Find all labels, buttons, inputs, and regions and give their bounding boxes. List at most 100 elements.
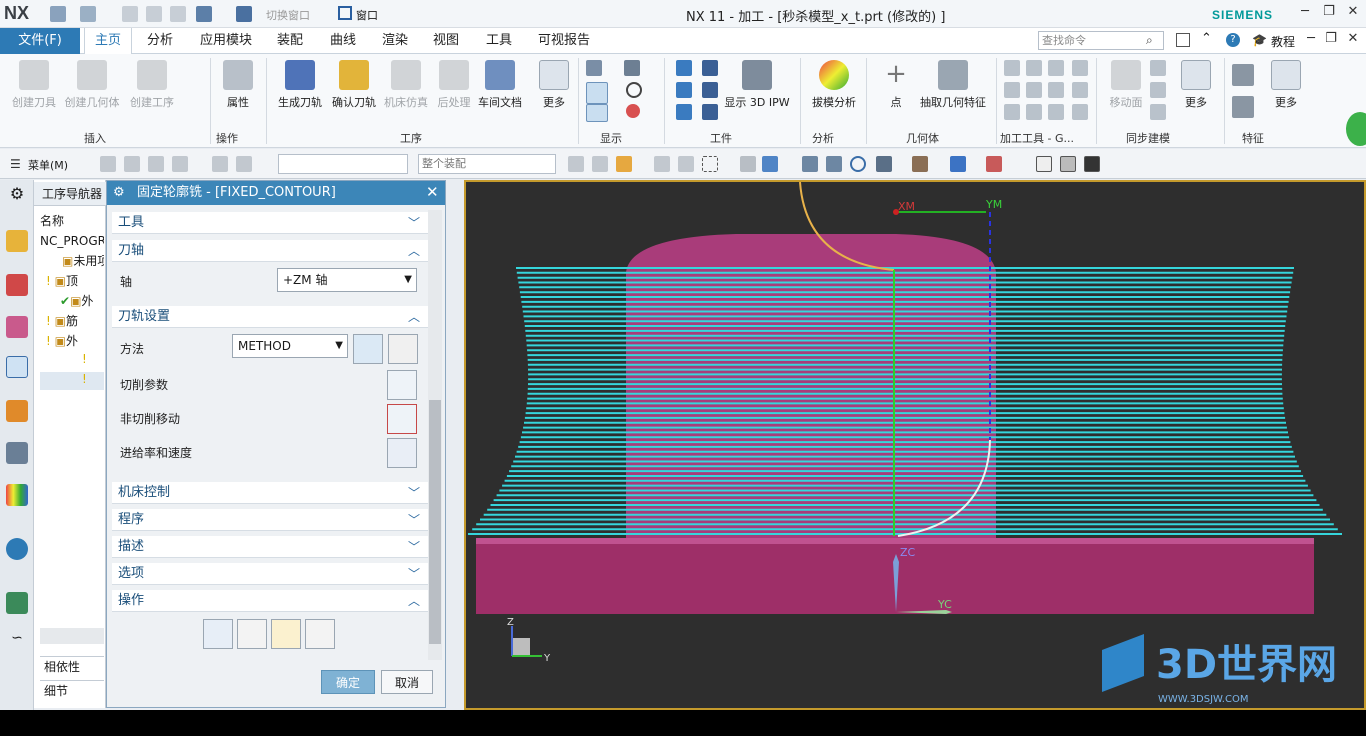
graphics-window[interactable]: XM YM ZC YC Z Y 3D世界网 WWW.3DSJW.COM	[464, 180, 1366, 710]
sync-icon-2[interactable]	[1150, 82, 1166, 98]
tab-visual-report[interactable]: 可视报告	[528, 28, 600, 54]
rotate-icon[interactable]	[850, 156, 866, 172]
method-select[interactable]: METHOD ▼	[232, 334, 348, 358]
copy-icon[interactable]	[146, 6, 162, 22]
cancel-button[interactable]: 取消	[381, 670, 433, 694]
workpiece-icon-4[interactable]	[702, 60, 718, 76]
show-ipw-button[interactable]: 显示 3D IPW	[724, 58, 790, 118]
nav-row-outer2[interactable]: ! ▣外	[46, 332, 104, 350]
mach-tool-icon-8[interactable]	[1072, 82, 1088, 98]
section-machine-control[interactable]: 机床控制 ﹀	[112, 482, 428, 504]
nav-row-rib[interactable]: ! ▣筋	[46, 312, 104, 330]
mach-tool-icon-1[interactable]	[1004, 60, 1020, 76]
section-path-settings[interactable]: 刀轨设置 ︿	[112, 306, 428, 328]
workpiece-icon-1[interactable]	[676, 60, 692, 76]
display-mode-icon[interactable]	[986, 156, 1002, 172]
section-tool-axis[interactable]: 刀轴 ︿	[112, 240, 428, 262]
tab-render[interactable]: 渲染	[372, 28, 418, 54]
tab-tools[interactable]: 工具	[476, 28, 522, 54]
operation-navigator-icon[interactable]	[6, 356, 28, 378]
undo-icon[interactable]	[80, 6, 96, 22]
operation-warning-icon[interactable]: !	[82, 352, 87, 366]
edit-method-button[interactable]	[353, 334, 383, 364]
mach-tool-icon-2[interactable]	[1026, 60, 1042, 76]
non-cut-moves-button[interactable]	[387, 404, 417, 434]
save-icon[interactable]	[50, 6, 66, 22]
notification-badge[interactable]	[1346, 112, 1366, 146]
cut-params-button[interactable]	[387, 370, 417, 400]
workpiece-icon-5[interactable]	[702, 82, 718, 98]
minimize-icon[interactable]: ─	[1294, 4, 1316, 22]
snap-icon-5[interactable]	[212, 156, 228, 172]
workpiece-icon-6[interactable]	[702, 104, 718, 120]
main-menu-button[interactable]: 菜单(M)	[28, 157, 68, 173]
verify-path-button[interactable]: 确认刀轨	[326, 58, 382, 118]
orient-view-icon[interactable]	[950, 156, 966, 172]
feeds-speeds-button[interactable]	[387, 438, 417, 468]
more-sync-button[interactable]: 更多	[1168, 58, 1224, 118]
nav-row-program-root[interactable]: NC_PROGR	[40, 232, 104, 250]
shop-doc-button[interactable]: 车间文档	[472, 58, 528, 118]
nav-row-unused[interactable]: ▣未用项	[62, 252, 104, 270]
tab-curve[interactable]: 曲线	[320, 28, 366, 54]
wrench-icon[interactable]	[388, 334, 418, 364]
doc-restore-icon[interactable]: ❐	[1320, 31, 1342, 49]
mach-tool-icon-3[interactable]	[1048, 60, 1064, 76]
switch-window-button[interactable]: 切换窗口	[266, 7, 310, 23]
file-menu[interactable]: 文件(F)	[0, 28, 80, 54]
help-icon[interactable]: ?	[1226, 33, 1240, 47]
display-curve-icon[interactable]	[626, 104, 640, 118]
history-icon[interactable]: ∽	[6, 630, 28, 652]
nav-horizontal-scrollbar[interactable]	[40, 628, 104, 644]
doc-minimize-icon[interactable]: ─	[1300, 31, 1322, 49]
sync-icon-3[interactable]	[1150, 104, 1166, 120]
section-description[interactable]: 描述 ﹀	[112, 536, 428, 558]
cut-icon[interactable]	[122, 6, 138, 22]
select-icon-5[interactable]	[678, 156, 694, 172]
repeat-command-icon[interactable]	[236, 6, 252, 22]
generate-path-button[interactable]: 生成刀轨	[272, 58, 328, 118]
generate-button[interactable]	[203, 619, 233, 649]
view-icon-2[interactable]	[762, 156, 778, 172]
tab-analysis[interactable]: 分析	[137, 28, 183, 54]
gear-icon[interactable]: ⚙	[6, 184, 28, 206]
snap-icon-4[interactable]	[172, 156, 188, 172]
name-column-header[interactable]: 名称	[40, 212, 64, 229]
create-geometry-button[interactable]: 创建几何体	[64, 58, 120, 118]
reuse-library-icon[interactable]	[6, 442, 28, 464]
palette-icon[interactable]	[6, 484, 28, 506]
workpiece-icon-2[interactable]	[676, 82, 692, 98]
axis-select[interactable]: +ZM 轴 ▼	[277, 268, 417, 292]
mach-tool-icon-6[interactable]	[1026, 82, 1042, 98]
restore-icon[interactable]: ❐	[1318, 4, 1340, 22]
search-icon[interactable]: ⌕	[1146, 33, 1153, 48]
feature-icon-1[interactable]	[1232, 64, 1254, 86]
snap-icon-6[interactable]	[236, 156, 252, 172]
replay-button[interactable]	[237, 619, 267, 649]
ok-button[interactable]: 确定	[321, 670, 375, 694]
type-filter-select[interactable]	[278, 154, 408, 174]
chevron-up-icon[interactable]: ⌃	[1201, 31, 1212, 46]
select-icon-1[interactable]	[568, 156, 584, 172]
extract-geometry-button[interactable]: 抽取几何特征	[914, 58, 992, 118]
window-menu-button[interactable]: 窗口	[356, 7, 378, 23]
create-tool-button[interactable]: 创建刀具	[6, 58, 62, 118]
display-blank-icon[interactable]	[586, 104, 608, 122]
doc-close-icon[interactable]: ✕	[1342, 31, 1364, 49]
display-option-icon[interactable]	[586, 60, 602, 76]
display-layer-icon[interactable]	[624, 60, 640, 76]
more-process-button[interactable]: 更多	[526, 58, 582, 118]
mach-tool-icon-4[interactable]	[1072, 60, 1088, 76]
tutorial-link[interactable]: 教程	[1271, 33, 1295, 50]
mach-tool-icon-5[interactable]	[1004, 82, 1020, 98]
display-toolpath-icon[interactable]	[586, 82, 608, 104]
snap-icon-1[interactable]	[100, 156, 116, 172]
mach-tool-icon-11[interactable]	[1048, 104, 1064, 120]
info-icon[interactable]	[6, 538, 28, 560]
feature-icon-2[interactable]	[1232, 96, 1254, 118]
section-program[interactable]: 程序 ﹀	[112, 509, 428, 531]
edge-style-icon[interactable]	[912, 156, 928, 172]
render-style-icon[interactable]	[876, 156, 892, 172]
more-feature-button[interactable]: 更多	[1258, 58, 1314, 118]
snap-icon-3[interactable]	[148, 156, 164, 172]
